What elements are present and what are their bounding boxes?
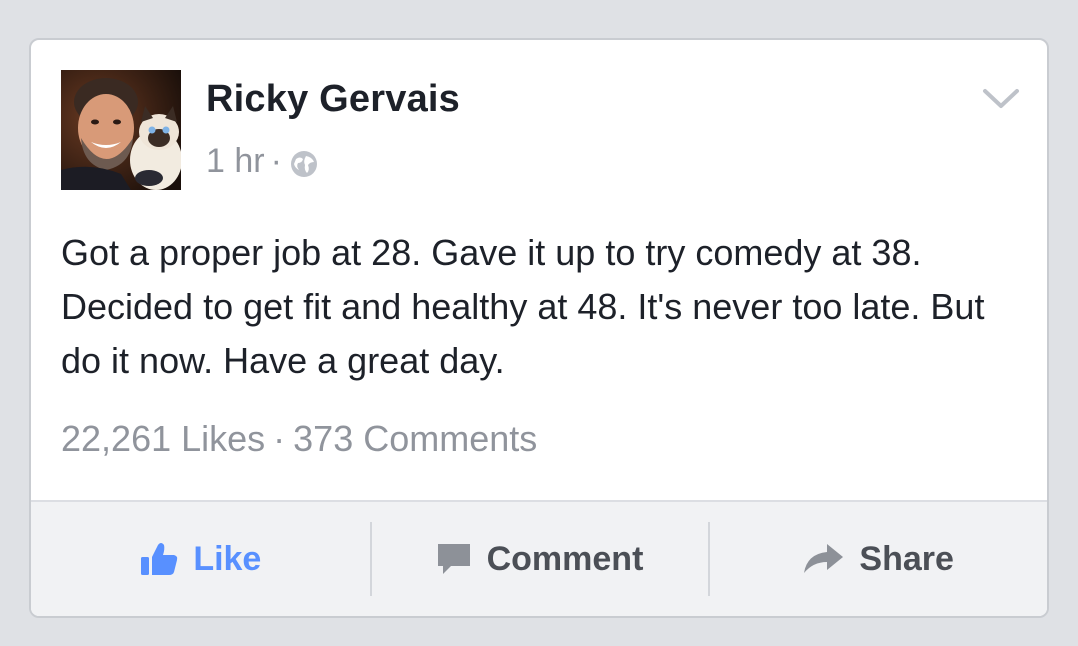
comment-icon: [435, 541, 473, 577]
share-button[interactable]: Share: [708, 502, 1047, 616]
globe-icon: [290, 148, 318, 177]
post-card: Ricky Gervais 1 hr · Got a proper job at…: [29, 38, 1049, 618]
share-label: Share: [859, 539, 954, 578]
post-meta: 1 hr ·: [206, 142, 318, 181]
likes-count[interactable]: 22,261 Likes: [61, 418, 265, 459]
meta-separator: ·: [270, 142, 282, 180]
thumbs-up-icon: [139, 541, 179, 577]
share-arrow-icon: [801, 541, 845, 577]
post-body-text: Got a proper job at 28. Gave it up to tr…: [61, 232, 985, 381]
post-stats: 22,261 Likes · 373 Comments: [61, 418, 537, 460]
comment-button[interactable]: Comment: [369, 502, 709, 616]
action-bar: Like Comment Share: [31, 500, 1047, 616]
author-name[interactable]: Ricky Gervais: [206, 78, 460, 121]
comment-label: Comment: [486, 539, 644, 578]
chevron-down-icon[interactable]: [981, 84, 1021, 114]
like-label: Like: [193, 539, 262, 578]
comments-count[interactable]: 373 Comments: [293, 418, 537, 459]
stats-separator: ·: [273, 418, 286, 459]
like-button[interactable]: Like: [31, 502, 370, 616]
post-timestamp[interactable]: 1 hr: [206, 142, 265, 181]
author-avatar[interactable]: [61, 70, 181, 190]
